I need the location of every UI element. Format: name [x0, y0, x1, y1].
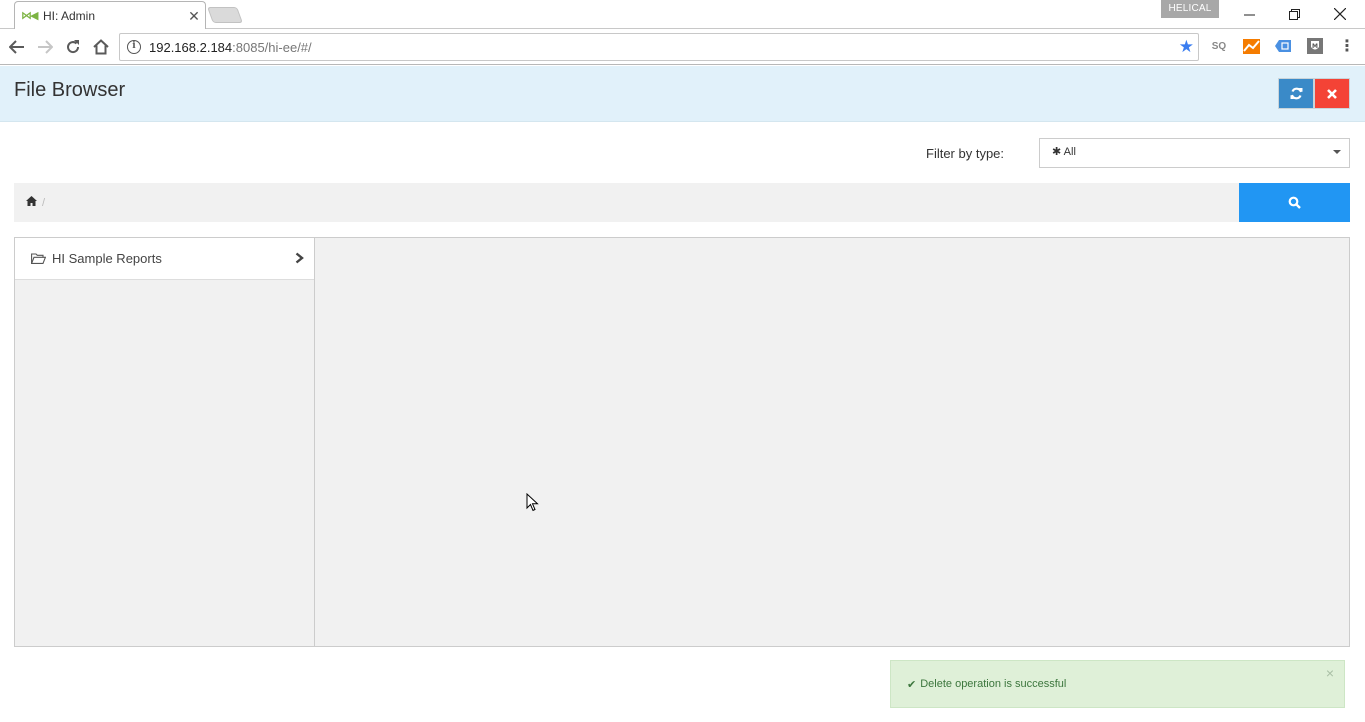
restore-button[interactable] — [1271, 0, 1317, 28]
forward-arrow-icon — [38, 40, 53, 54]
file-browser-panel: HI Sample Reports — [14, 237, 1350, 647]
toast-message: Delete operation is successful — [920, 678, 1067, 690]
shield-extension-icon[interactable]: M — [1306, 37, 1324, 55]
toast-close-icon[interactable]: × — [1326, 665, 1334, 681]
minimize-icon — [1243, 14, 1255, 15]
reload-button[interactable] — [61, 35, 85, 59]
check-icon: ✔ — [907, 678, 917, 691]
url-host: 192.168.2.184 — [149, 39, 233, 55]
refresh-button[interactable] — [1278, 78, 1314, 109]
tab-close-icon[interactable]: ✕ — [187, 8, 201, 25]
bookmark-star-icon[interactable]: ★ — [1179, 37, 1194, 57]
folder-label: HI Sample Reports — [52, 251, 162, 266]
mouse-cursor-icon — [526, 493, 539, 512]
back-arrow-icon — [9, 40, 24, 54]
filter-selected-value: All — [1063, 146, 1076, 158]
new-tab-button[interactable] — [207, 7, 243, 23]
reload-icon — [67, 40, 80, 54]
svg-text:M: M — [1312, 43, 1318, 50]
browser-tab[interactable]: ⋈◀ HI: Admin ✕ — [14, 1, 206, 30]
app-header: File Browser — [0, 66, 1365, 122]
home-button[interactable] — [89, 35, 113, 59]
analytics-extension-icon[interactable] — [1242, 37, 1260, 55]
restore-icon — [1288, 8, 1300, 20]
sq-extension-icon[interactable]: SQ — [1210, 37, 1228, 55]
breadcrumb-home-icon[interactable] — [26, 196, 37, 209]
refresh-icon — [1290, 87, 1302, 100]
filter-type-select[interactable]: ✱ All — [1039, 138, 1350, 168]
browser-menu-icon[interactable]: ⋮ — [1338, 37, 1356, 55]
search-button[interactable] — [1239, 183, 1350, 222]
chevron-right-icon[interactable] — [284, 251, 314, 267]
window-close-button[interactable] — [1317, 0, 1363, 28]
close-icon — [1327, 88, 1337, 99]
close-button[interactable] — [1314, 78, 1350, 109]
minimize-button[interactable] — [1226, 0, 1272, 28]
tag-extension-icon[interactable] — [1274, 37, 1292, 55]
folder-item-hi-sample-reports[interactable]: HI Sample Reports — [15, 238, 314, 280]
site-info-icon[interactable]: i — [127, 40, 141, 54]
page-title: File Browser — [14, 79, 126, 101]
back-button[interactable] — [5, 35, 29, 59]
folder-open-icon — [31, 253, 46, 264]
file-content-area — [316, 238, 1349, 646]
asterisk-icon: ✱ — [1052, 146, 1062, 158]
url-path: :8085/hi-ee/#/ — [232, 39, 312, 55]
search-icon — [1288, 196, 1301, 209]
folder-tree: HI Sample Reports — [15, 238, 315, 646]
chevron-down-icon — [1333, 150, 1341, 154]
favicon-icon: ⋈◀ — [21, 10, 37, 22]
filter-label: Filter by type: — [926, 146, 1005, 161]
browser-toolbar: i 192.168.2.184:8085/hi-ee/#/ ★ SQ M ⋮ — [0, 29, 1365, 65]
breadcrumb-separator: / — [42, 196, 46, 209]
breadcrumb: / — [14, 183, 1239, 222]
success-toast: ✔ Delete operation is successful × — [890, 660, 1345, 708]
tab-title: HI: Admin — [43, 9, 96, 23]
profile-badge[interactable]: HELICAL — [1161, 0, 1219, 18]
window-close-icon — [1334, 8, 1346, 20]
browser-tab-bar: ⋈◀ HI: Admin ✕ HELICAL — [0, 0, 1365, 30]
forward-button[interactable] — [33, 35, 57, 59]
address-bar[interactable]: i 192.168.2.184:8085/hi-ee/#/ ★ — [119, 33, 1199, 61]
home-icon — [93, 39, 109, 55]
